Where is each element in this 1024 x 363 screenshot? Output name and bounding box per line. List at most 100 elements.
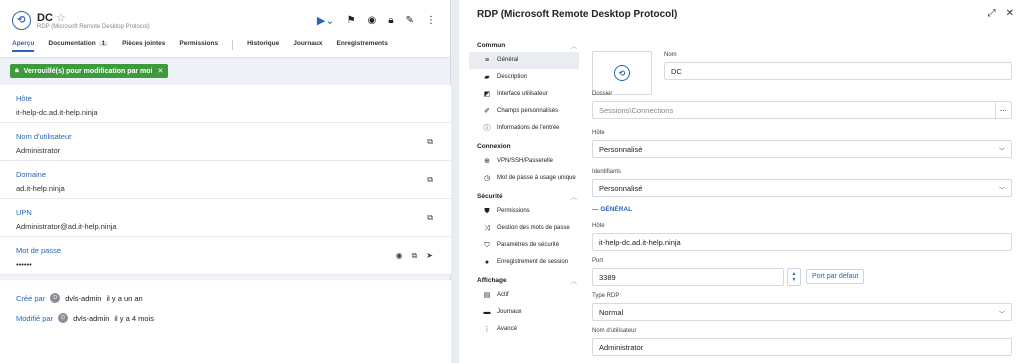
browse-folder-button[interactable]: ··· (995, 102, 1011, 120)
tab-pieces-jointes[interactable]: Pièces jointes (122, 40, 165, 52)
copy-icon[interactable]: ⧉ (427, 175, 433, 185)
nav-item-user-interface[interactable]: ◩ Interface utilisateur (469, 86, 579, 103)
copy-icon[interactable]: ⧉ (427, 137, 433, 147)
nav-item-label: Paramètres de sécurité (497, 242, 560, 249)
folder-placeholder: Sessions\Connections (599, 105, 674, 115)
field-value[interactable]: Administrator (16, 146, 435, 155)
section-general-toggle[interactable]: — GÉNÉRAL (592, 206, 632, 213)
field-password: Mot de passe •••••• ◉ ⧉ ➤ (0, 237, 451, 275)
nav-item-description[interactable]: ▰ Description (469, 69, 579, 86)
expand-icon[interactable]: ⤢ (988, 8, 996, 19)
credentials-value: Personnalisé (599, 183, 643, 193)
chevron-down-icon[interactable]: ▼ (792, 277, 797, 283)
tab-apercu[interactable]: Aperçu (12, 40, 35, 52)
nav-item-label: Général (497, 57, 519, 64)
dialog-header: RDP (Microsoft Remote Desktop Protocol) … (459, 0, 1024, 31)
field-value[interactable]: Administrator@ad.it-help.ninja (16, 222, 435, 231)
nav-item-label: Informations de l'entrée (497, 125, 560, 132)
tab-documentation[interactable]: Documentation 1 (48, 40, 109, 52)
nav-section-securite[interactable]: Sécurité ︿ (469, 189, 579, 203)
nav-item-vpn[interactable]: ⊕ VPN/SSH/Passerelle (469, 153, 579, 170)
tab-documentation-label: Documentation (48, 40, 96, 47)
favorite-star-icon[interactable]: ☆ (56, 12, 66, 24)
folder-input[interactable]: Sessions\Connections ··· (592, 101, 1012, 120)
edit-box-icon: ✐ (484, 107, 490, 115)
nav-section-label: Affichage (477, 276, 507, 284)
dialog-title: RDP (Microsoft Remote Desktop Protocol) (477, 9, 678, 20)
port-stepper[interactable]: ▲ ▼ (787, 268, 801, 286)
field-label: Domaine (16, 170, 47, 179)
nav-item-permissions[interactable]: ⛊ Permissions (469, 203, 579, 220)
tab-permissions[interactable]: Permissions (179, 40, 218, 52)
nav-section-label: Connexion (477, 142, 511, 150)
default-port-button[interactable]: Port par défaut (806, 269, 865, 284)
field-label: UPN (16, 208, 32, 217)
nav-item-entry-info[interactable]: ⓘ Informations de l'entrée (469, 120, 579, 137)
flag-icon[interactable]: ⚑ (347, 15, 356, 26)
nav-section-connexion[interactable]: Connexion (469, 139, 579, 153)
open-session-play-icon[interactable]: ▶⌄ (317, 14, 335, 27)
rdp-type-select[interactable]: Normal ﹀ (592, 303, 1012, 321)
nav-item-journaux[interactable]: ▬ Journaux (469, 304, 579, 321)
field-label: Mot de passe (16, 246, 62, 255)
port-label: Port (592, 258, 604, 264)
nav-item-password-management[interactable]: ⤨ Gestion des mots de passe (469, 220, 579, 237)
name-input[interactable]: DC (664, 62, 1012, 80)
nav-item-general[interactable]: ≡ Général (469, 52, 579, 69)
entry-metadata: Créé par D dvls-admin il y a un an Modif… (0, 280, 451, 363)
created-by-user: dvls-admin (65, 293, 102, 303)
nav-section-affichage[interactable]: Affichage ︿ (469, 273, 579, 287)
copy-icon[interactable]: ⧉ (427, 213, 433, 223)
nav-item-custom-fields[interactable]: ✐ Champs personnalisés (469, 103, 579, 120)
entry-fields-panel: Hôte it-help-dc.ad.it-help.ninja Nom d'u… (0, 85, 451, 275)
entry-tabs: Aperçu Documentation 1 Pièces jointes Per… (12, 40, 388, 52)
username-input[interactable]: Administrator (592, 338, 1012, 356)
nav-item-actif[interactable]: ▤ Actif (469, 287, 579, 304)
host-mode-select[interactable]: Personnalisé ﹀ (592, 140, 1012, 158)
close-icon[interactable]: ✕ (157, 67, 163, 75)
credentials-label: Identifiants (592, 169, 622, 175)
clipboard-icon: ▤ (483, 291, 491, 299)
host-mode-label: Hôte (592, 130, 605, 136)
nav-item-label: VPN/SSH/Passerelle (497, 158, 554, 165)
nav-item-otp[interactable]: ◷ Mot de passe à usage unique (469, 170, 579, 187)
window-icon: ◩ (483, 90, 491, 98)
shuffle-icon: ⤨ (484, 224, 490, 232)
host-mode-value: Personnalisé (599, 144, 643, 154)
send-icon[interactable]: ➤ (426, 251, 433, 261)
nav-item-security-settings[interactable]: ⛉ Paramètres de sécurité (469, 237, 579, 254)
nav-item-avance[interactable]: ⋮ Avancé (469, 321, 579, 338)
folder-label: Dossier (592, 91, 613, 97)
field-value[interactable]: ad.it-help.ninja (16, 184, 435, 193)
port-input[interactable]: 3389 (592, 268, 784, 286)
tab-enregistrements[interactable]: Enregistrements (337, 40, 388, 52)
rdp-type-label: Type RDP (592, 293, 620, 299)
copy-icon[interactable]: ⧉ (412, 251, 418, 261)
nav-item-label: Avancé (497, 326, 517, 333)
record-icon[interactable]: ◉ (368, 15, 377, 26)
nav-item-label: Permissions (497, 208, 530, 215)
chevron-down-icon: ﹀ (998, 188, 1005, 194)
dialog-toolbar: ⤢ ✕ (988, 8, 1014, 19)
close-icon[interactable]: ✕ (1006, 8, 1014, 19)
nav-item-session-recording[interactable]: ● Enregistrement de session (469, 254, 579, 271)
entry-edit-dialog: RDP (Microsoft Remote Desktop Protocol) … (459, 0, 1024, 363)
nav-section-commun[interactable]: Commun ︿ (469, 38, 579, 52)
more-menu-icon[interactable]: ⋮ (426, 15, 436, 26)
entry-icon-picker[interactable]: ⟲ (592, 51, 652, 95)
nav-item-label: Gestion des mots de passe (497, 225, 570, 232)
lock-icon[interactable]: 🔒︎ (388, 15, 393, 26)
host-input[interactable]: it-help-dc.ad.it-help.ninja (592, 233, 1012, 251)
nav-item-label: Actif (497, 292, 509, 299)
tab-historique[interactable]: Historique (247, 40, 279, 52)
entry-subtitle: RDP (Microsoft Remote Desktop Protocol) (37, 24, 150, 30)
field-host: Hôte it-help-dc.ad.it-help.ninja (0, 85, 451, 123)
credentials-select[interactable]: Personnalisé ﹀ (592, 179, 1012, 197)
show-password-eye-icon[interactable]: ◉ (396, 251, 403, 261)
chevron-down-icon: ﹀ (998, 149, 1005, 155)
field-value[interactable]: it-help-dc.ad.it-help.ninja (16, 108, 435, 117)
edit-pencil-icon[interactable]: ✎ (406, 15, 414, 26)
nav-item-label: Journaux (497, 309, 522, 316)
username-label: Nom d'utilisateur (592, 328, 637, 334)
tab-journaux[interactable]: Journaux (293, 40, 322, 52)
